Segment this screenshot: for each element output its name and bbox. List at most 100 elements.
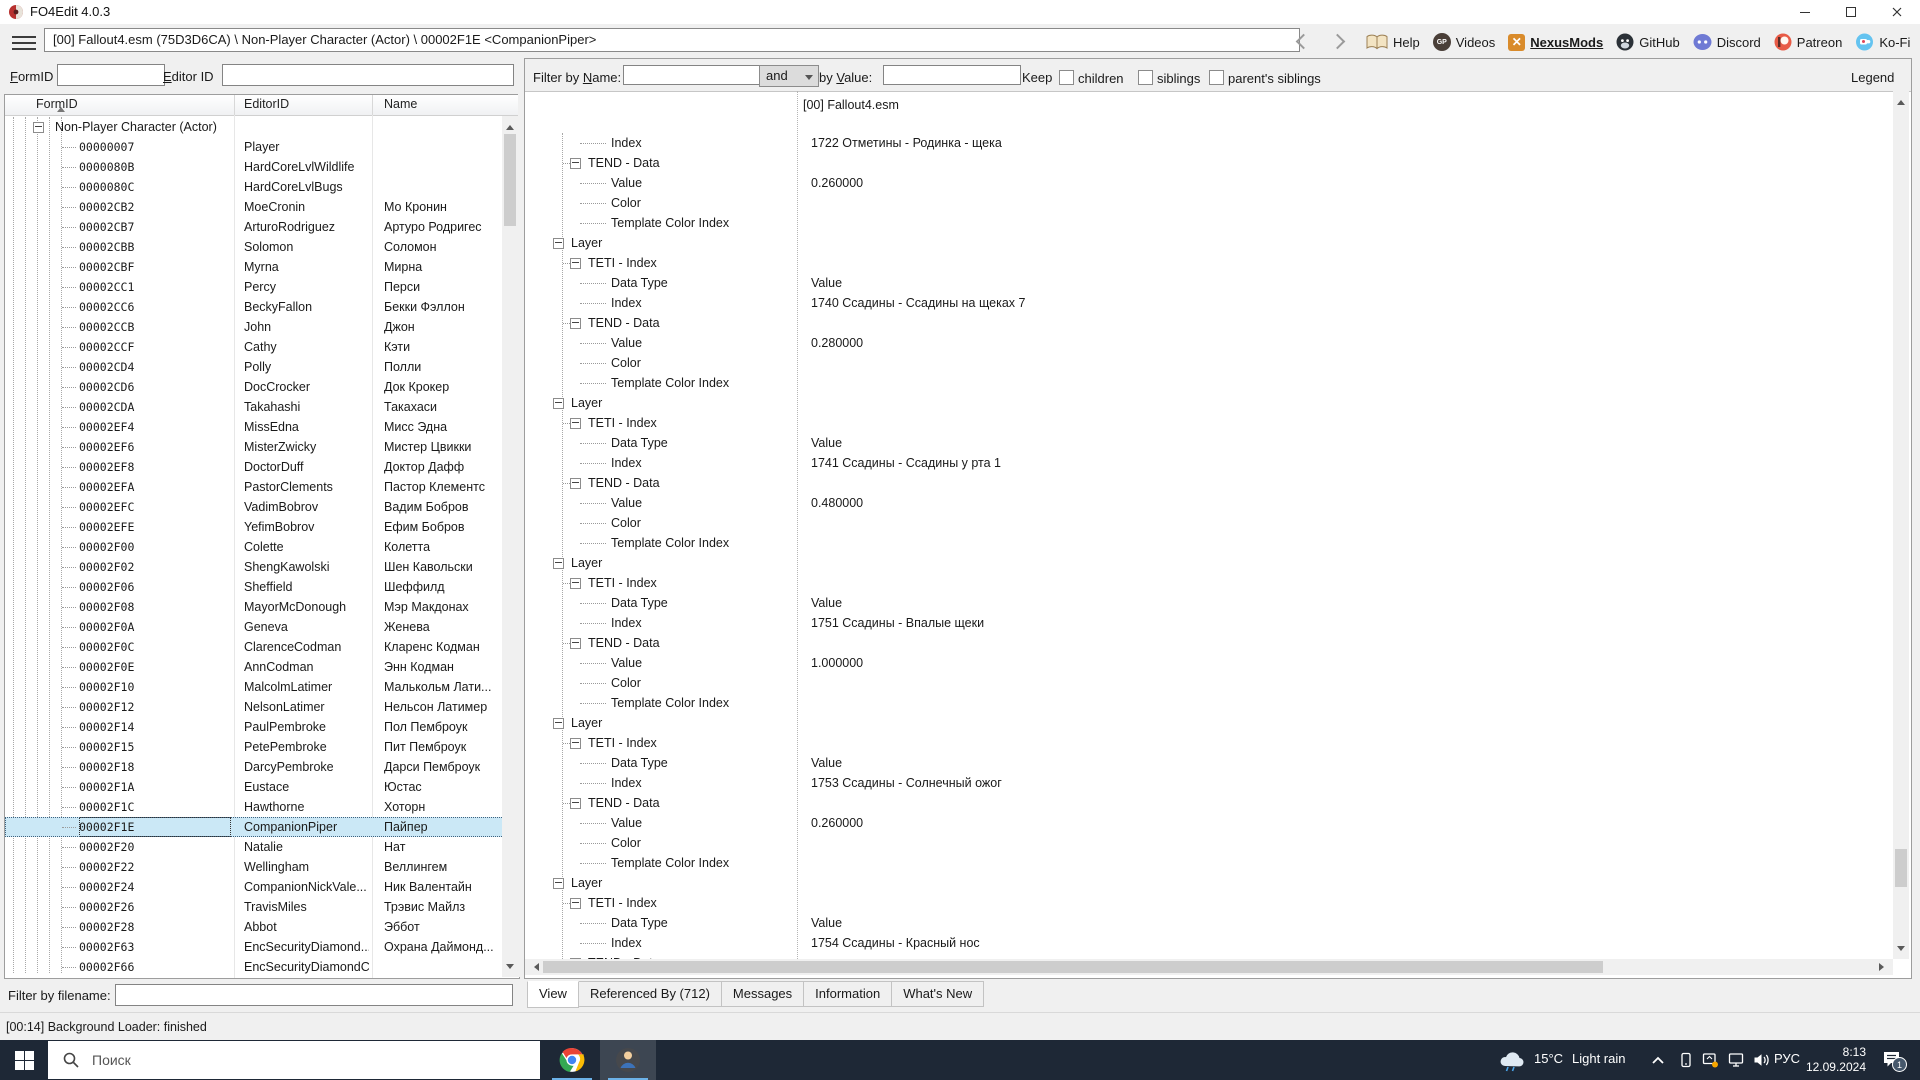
record-row[interactable]: Layer (525, 393, 1894, 413)
patreon-link[interactable]: Patreon (1774, 33, 1842, 51)
tab-what-s-new[interactable]: What's New (892, 981, 985, 1007)
table-row[interactable]: 00002F0A Geneva Женева (5, 617, 504, 637)
filter-by-value-input[interactable] (883, 65, 1021, 85)
record-row[interactable]: Template Color Index (525, 213, 1894, 233)
expander-icon[interactable] (570, 638, 581, 649)
expander-icon[interactable] (553, 718, 564, 729)
tab-view[interactable]: View (527, 981, 579, 1008)
column-editorid[interactable]: EditorID (244, 97, 289, 111)
help-link[interactable]: Help (1366, 34, 1420, 50)
expander-icon[interactable] (570, 798, 581, 809)
record-row[interactable]: Index 1722 Отметины - Родинка - щека (525, 133, 1894, 153)
nexusmods-link[interactable]: ✕ NexusMods (1508, 33, 1603, 51)
record-row[interactable]: Index 1751 Ссадины - Впалые щеки (525, 613, 1894, 633)
record-row[interactable]: Template Color Index (525, 373, 1894, 393)
record-row[interactable]: Template Color Index (525, 853, 1894, 873)
table-row[interactable]: 00002F10 MalcolmLatimer Малькольм Лати... (5, 677, 504, 697)
table-row[interactable]: 00002F28 Abbot Эббот (5, 917, 504, 937)
start-button[interactable] (0, 1040, 48, 1080)
keep-parents-siblings-option[interactable]: parent's siblings (1209, 70, 1321, 86)
search-input[interactable] (90, 1051, 394, 1069)
expander-icon[interactable] (570, 418, 581, 429)
discord-link[interactable]: Discord (1693, 33, 1761, 51)
record-row[interactable]: Value 0.260000 (525, 813, 1894, 833)
record-row[interactable]: Data Type Value (525, 433, 1894, 453)
record-row[interactable]: Template Color Index (525, 533, 1894, 553)
videos-link[interactable]: GP Videos (1432, 33, 1495, 51)
group-row[interactable]: Non-Player Character (Actor) (5, 117, 504, 137)
record-row[interactable]: TEND - Data (525, 153, 1894, 173)
formid-filter-input[interactable] (57, 64, 165, 86)
table-row[interactable]: 00002F14 PaulPembroke Пол Пемброук (5, 717, 504, 737)
forward-icon[interactable] (1329, 33, 1346, 50)
kofi-link[interactable]: Ko-Fi (1855, 33, 1910, 51)
table-row[interactable]: 00000007 Player (5, 137, 504, 157)
tab-information[interactable]: Information (804, 981, 893, 1007)
table-row[interactable]: 00002EF6 MisterZwicky Мистер Цвикки (5, 437, 504, 457)
right-vertical-scrollbar[interactable] (1893, 91, 1909, 959)
filter-by-name-input[interactable] (623, 65, 761, 85)
table-row[interactable]: 00002CB7 ArturoRodriguez Артуро Родригес (5, 217, 504, 237)
volume-icon[interactable] (1753, 1052, 1771, 1068)
update-tray-icon[interactable] (1702, 1052, 1719, 1068)
record-row[interactable]: Value 0.480000 (525, 493, 1894, 513)
parents-siblings-checkbox[interactable] (1209, 70, 1224, 85)
keep-children-option[interactable]: children (1059, 70, 1124, 86)
table-row[interactable]: 00002EFC VadimBobrov Вадим Бобров (5, 497, 504, 517)
record-row[interactable]: Index 1740 Ссадины - Ссадины на щеках 7 (525, 293, 1894, 313)
filter-by-filename-input[interactable] (115, 984, 513, 1006)
taskbar-clock[interactable]: 8:13 12.09.2024 (1800, 1045, 1866, 1075)
record-column-header[interactable]: [00] Fallout4.esm (803, 95, 899, 115)
table-row[interactable]: 00002F66 EncSecurityDiamondCityM01 (5, 957, 504, 977)
taskbar-chrome-button[interactable] (544, 1040, 600, 1080)
table-row[interactable]: 00002CC6 BeckyFallon Бекки Фэллон (5, 297, 504, 317)
keep-siblings-option[interactable]: siblings (1138, 70, 1200, 86)
left-vertical-scrollbar[interactable] (502, 116, 518, 977)
record-row[interactable]: Data Type Value (525, 753, 1894, 773)
record-row[interactable]: TETI - Index (525, 733, 1894, 753)
table-row[interactable]: 00002F20 Natalie Нат (5, 837, 504, 857)
table-row[interactable]: 00002F63 EncSecurityDiamond... Охрана Дайм… (5, 937, 504, 957)
table-row[interactable]: 00002CCB John Джон (5, 317, 504, 337)
record-row[interactable]: Value 1.000000 (525, 653, 1894, 673)
github-link[interactable]: GitHub (1616, 33, 1680, 51)
breadcrumb[interactable]: [00] Fallout4.esm (75D3D6CA) \ Non-Playe… (44, 28, 1300, 52)
record-row[interactable]: TEND - Data (525, 633, 1894, 653)
record-row[interactable]: TEND - Data (525, 313, 1894, 333)
table-row[interactable]: 00002F15 PetePembroke Пит Пемброук (5, 737, 504, 757)
table-row[interactable]: 0000080B HardCoreLvlWildlife (5, 157, 504, 177)
taskbar-search[interactable] (48, 1041, 540, 1079)
record-row[interactable]: TEND - Data (525, 473, 1894, 493)
record-row[interactable]: Index 1753 Ссадины - Солнечный ожог (525, 773, 1894, 793)
table-row[interactable]: 00002CD6 DocCrocker Док Крокер (5, 377, 504, 397)
scrollbar-thumb[interactable] (504, 134, 516, 226)
right-horizontal-scrollbar[interactable] (525, 959, 1893, 975)
table-row[interactable]: 00002F24 CompanionNickVale... Ник Валентай… (5, 877, 504, 897)
record-row[interactable]: TETI - Index (525, 893, 1894, 913)
weather-temp[interactable]: 15°C (1534, 1051, 1563, 1066)
record-row[interactable]: Color (525, 353, 1894, 373)
expander-icon[interactable] (553, 878, 564, 889)
notification-button[interactable]: 1 (1882, 1050, 1907, 1072)
record-row[interactable]: Layer (525, 713, 1894, 733)
table-row[interactable]: 00002EFA PastorClements Пастор Клементс (5, 477, 504, 497)
table-row[interactable]: 00002F1C Hawthorne Хоторн (5, 797, 504, 817)
table-row[interactable]: 00002F00 Colette Колетта (5, 537, 504, 557)
record-row[interactable]: Value 0.280000 (525, 333, 1894, 353)
table-row[interactable]: 00002CB2 MoeCronin Мо Кронин (5, 197, 504, 217)
hidden-icons-chevron[interactable] (1650, 1054, 1666, 1066)
table-row[interactable]: 00002F22 Wellingham Веллингем (5, 857, 504, 877)
table-row[interactable]: 00002F0E AnnCodman Энн Кодман (5, 657, 504, 677)
table-row[interactable]: 00002CD4 Polly Полли (5, 357, 504, 377)
expander-icon[interactable] (570, 738, 581, 749)
column-name[interactable]: Name (384, 97, 417, 111)
expander-icon[interactable] (570, 898, 581, 909)
table-row[interactable]: 00002F1E CompanionPiper Пайпер (5, 817, 504, 837)
scrollbar-thumb[interactable] (1895, 849, 1907, 887)
record-row[interactable]: Value 0.260000 (525, 173, 1894, 193)
record-row[interactable]: Color (525, 673, 1894, 693)
table-row[interactable]: 00002EF4 MissEdna Мисс Эдна (5, 417, 504, 437)
record-row[interactable]: Data Type Value (525, 913, 1894, 933)
expander-icon[interactable] (570, 318, 581, 329)
table-row[interactable]: 0000080C HardCoreLvlBugs (5, 177, 504, 197)
